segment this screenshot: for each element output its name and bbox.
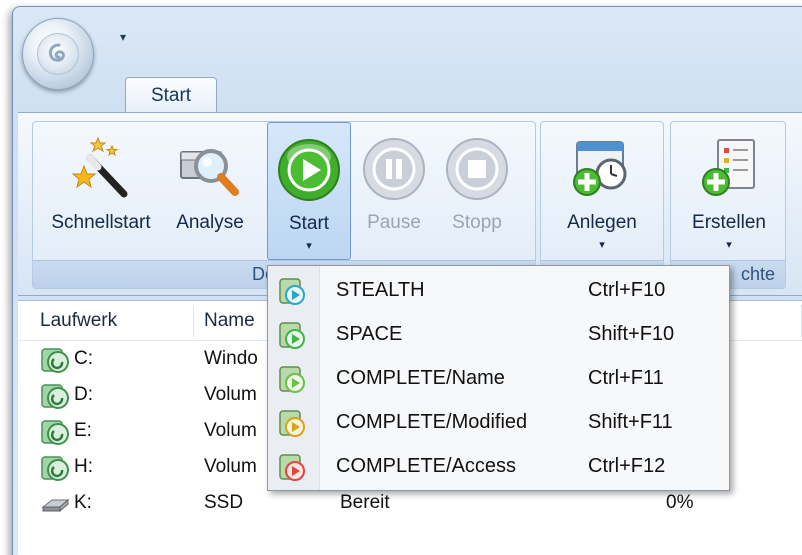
column-header-name[interactable]: Name — [204, 310, 255, 332]
stopp-button: Stopp — [435, 122, 519, 260]
menu-item-complete-access[interactable]: COMPLETE/Access Ctrl+F12 — [268, 445, 729, 489]
start-dropdown-arrow: ▾ — [306, 240, 312, 252]
start-label: Start — [288, 213, 330, 234]
application-menu-button[interactable] — [22, 18, 94, 90]
schnellstart-button[interactable]: Schnellstart — [41, 122, 161, 260]
drive-percent: 0% — [666, 492, 694, 513]
report-add-icon — [702, 139, 755, 196]
pause-label: Pause — [367, 212, 421, 233]
complete-modified-icon — [279, 410, 305, 437]
start-dropdown-menu: STEALTH Ctrl+F10 SPACE Shift+F10 COMPLET… — [267, 265, 730, 491]
ribbon-group-defragmentieren: Schnellstart Analyse Start ▾ Pause Stopp — [32, 121, 536, 289]
menu-item-shortcut: Shift+F11 — [588, 411, 673, 433]
drive-name: Volum — [204, 384, 257, 405]
erstellen-dropdown-arrow: ▾ — [726, 239, 732, 251]
analyse-label: Analyse — [176, 212, 244, 233]
menu-item-space[interactable]: SPACE Shift+F10 — [268, 313, 729, 357]
schedule-add-icon — [573, 141, 627, 196]
column-separator[interactable] — [193, 305, 194, 337]
defrag-drive-icon — [41, 384, 69, 409]
menu-item-complete-name[interactable]: COMPLETE/Name Ctrl+F11 — [268, 357, 729, 401]
ribbon-group-schedule: Anlegen ▾ — [540, 121, 664, 289]
drive-letter: K: — [74, 492, 92, 513]
menu-item-shortcut: Shift+F10 — [588, 323, 675, 345]
menu-item-label: STEALTH — [336, 279, 425, 301]
anlegen-button[interactable]: Anlegen ▾ — [547, 122, 657, 260]
magic-wand-icon — [71, 136, 128, 198]
drive-status: Bereit — [340, 492, 390, 513]
drive-letter: D: — [74, 384, 93, 405]
drive-letter: H: — [74, 456, 93, 477]
play-icon — [278, 139, 340, 201]
defrag-drive-icon — [41, 420, 69, 445]
menu-item-shortcut: Ctrl+F12 — [588, 455, 666, 477]
swirl-logo-icon — [48, 43, 65, 62]
table-row[interactable]: K: SSD Bereit 0% — [18, 486, 802, 522]
menu-item-complete-modified[interactable]: COMPLETE/Modified Shift+F11 — [268, 401, 729, 445]
tab-start[interactable]: Start — [125, 77, 217, 113]
drive-name: Volum — [204, 420, 257, 441]
quick-access-toolbar-dropdown[interactable]: ▾ — [120, 30, 126, 44]
drive-name: SSD — [204, 492, 244, 513]
menu-item-label: SPACE — [336, 323, 403, 345]
column-header-laufwerk[interactable]: Laufwerk — [40, 310, 117, 332]
start-button[interactable]: Start ▾ — [267, 122, 351, 260]
complete-access-icon — [279, 454, 305, 481]
magnifier-icon — [180, 149, 239, 196]
ribbon-group-berichte: Erstellen ▾ chte — [670, 121, 786, 289]
pause-icon — [363, 138, 425, 200]
stealth-mode-icon — [279, 278, 305, 305]
erstellen-label: Erstellen — [692, 212, 766, 233]
menu-item-stealth[interactable]: STEALTH Ctrl+F10 — [268, 269, 729, 313]
menu-item-label: COMPLETE/Name — [336, 367, 505, 389]
space-mode-icon — [279, 322, 305, 349]
menu-item-shortcut: Ctrl+F11 — [588, 367, 664, 389]
menu-item-shortcut: Ctrl+F10 — [588, 279, 666, 301]
defrag-drive-icon — [41, 456, 69, 481]
menu-item-label: COMPLETE/Modified — [336, 411, 528, 433]
ssd-drive-icon — [41, 498, 70, 513]
schnellstart-label: Schnellstart — [51, 212, 151, 233]
orb-inner — [37, 33, 79, 75]
defrag-drive-icon — [41, 348, 69, 373]
drive-letter: E: — [74, 420, 92, 441]
stop-icon — [446, 138, 508, 200]
drive-letter: C: — [74, 348, 93, 369]
menu-item-label: COMPLETE/Access — [336, 455, 517, 477]
erstellen-button[interactable]: Erstellen ▾ — [675, 122, 783, 260]
drive-name: Windo — [204, 348, 258, 369]
complete-name-icon — [279, 366, 305, 393]
drive-name: Volum — [204, 456, 257, 477]
anlegen-dropdown-arrow: ▾ — [599, 239, 605, 251]
pause-button: Pause — [355, 122, 433, 260]
analyse-button[interactable]: Analyse — [165, 122, 255, 260]
stopp-label: Stopp — [452, 212, 502, 233]
anlegen-label: Anlegen — [567, 212, 637, 233]
